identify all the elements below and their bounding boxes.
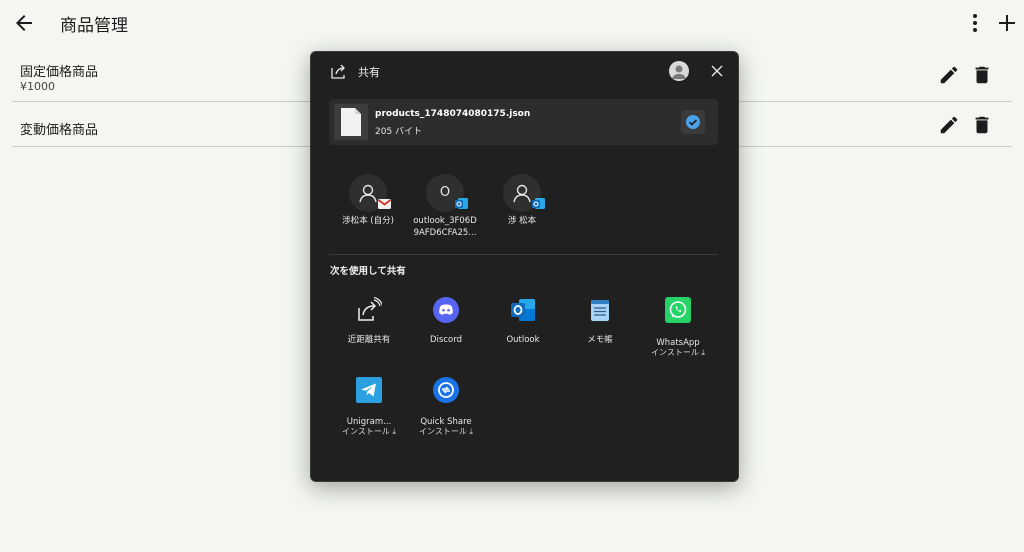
app-label: Quick Share xyxy=(420,417,472,427)
app-label: WhatsApp xyxy=(656,338,700,348)
contact-item[interactable]: 渉松本 (自分) xyxy=(327,172,409,242)
product-name: 固定価格商品 xyxy=(20,65,99,80)
page-title: 商品管理 xyxy=(60,16,128,36)
install-label: インストール ⤓ xyxy=(651,348,705,357)
contact-item[interactable]: 渉 松本 xyxy=(481,172,563,242)
back-arrow-icon[interactable] xyxy=(12,11,36,35)
close-icon[interactable] xyxy=(708,62,726,80)
install-label: インストール ⤓ xyxy=(342,427,396,436)
app-label: Outlook xyxy=(506,335,540,345)
more-vert-icon[interactable] xyxy=(965,12,985,34)
delete-icon[interactable] xyxy=(971,114,993,136)
file-card: products_1748074080175.json 205 バイト xyxy=(329,99,718,145)
dialog-title: 共有 xyxy=(358,66,380,79)
product-name: 変動価格商品 xyxy=(20,123,99,138)
edit-icon[interactable] xyxy=(938,64,960,86)
gmail-icon xyxy=(377,196,392,211)
app-label: メモ帳 xyxy=(587,335,613,345)
share-dialog: 共有 products_1748074080175.json 205 バイト 渉… xyxy=(310,51,739,482)
install-label: インストール ⤓ xyxy=(419,427,473,436)
contact-label: 渉松本 (自分) xyxy=(342,216,394,226)
app-label: Unigram... xyxy=(346,417,392,427)
whatsapp-icon xyxy=(665,297,691,323)
app-label: 近距離共有 xyxy=(347,335,391,345)
telegram-icon xyxy=(356,377,382,403)
account-avatar[interactable] xyxy=(669,61,689,81)
app-discord[interactable]: Discord xyxy=(407,297,485,367)
delete-icon[interactable] xyxy=(971,64,993,86)
file-selected-checkbox[interactable] xyxy=(681,110,705,134)
app-notepad[interactable]: メモ帳 xyxy=(561,297,639,367)
contact-label: 渉 松本 xyxy=(507,216,537,226)
file-size: 205 バイト xyxy=(375,127,423,137)
app-outlook[interactable]: Outlook xyxy=(484,297,562,367)
share-using-label: 次を使用して共有 xyxy=(330,266,406,277)
product-price: ¥1000 xyxy=(20,80,55,93)
contact-item[interactable]: O outlook_3F06D 9AFD6CFA25... xyxy=(404,172,486,242)
file-name: products_1748074080175.json xyxy=(375,109,531,119)
nearby-share-icon xyxy=(356,296,384,323)
discord-icon xyxy=(433,297,459,323)
app-quick-share[interactable]: Quick Share インストール ⤓ xyxy=(407,377,485,447)
share-icon xyxy=(330,63,348,81)
app-unigram[interactable]: Unigram... インストール ⤓ xyxy=(330,377,408,447)
file-icon xyxy=(334,104,368,140)
app-bar: 商品管理 xyxy=(0,0,1024,46)
outlook-icon xyxy=(454,196,469,211)
quick-share-icon xyxy=(433,377,459,403)
divider xyxy=(329,254,718,255)
app-label: Discord xyxy=(430,335,462,345)
contact-label: outlook_3F06D xyxy=(413,216,477,226)
notepad-icon xyxy=(587,297,613,323)
outlook-icon xyxy=(531,196,546,211)
edit-icon[interactable] xyxy=(938,114,960,136)
contact-label-line2: 9AFD6CFA25... xyxy=(413,228,477,238)
app-whatsapp[interactable]: WhatsApp インストール ⤓ xyxy=(639,297,717,367)
outlook-icon xyxy=(510,297,536,323)
add-icon[interactable] xyxy=(996,12,1018,34)
app-nearby-share[interactable]: 近距離共有 xyxy=(330,296,408,367)
